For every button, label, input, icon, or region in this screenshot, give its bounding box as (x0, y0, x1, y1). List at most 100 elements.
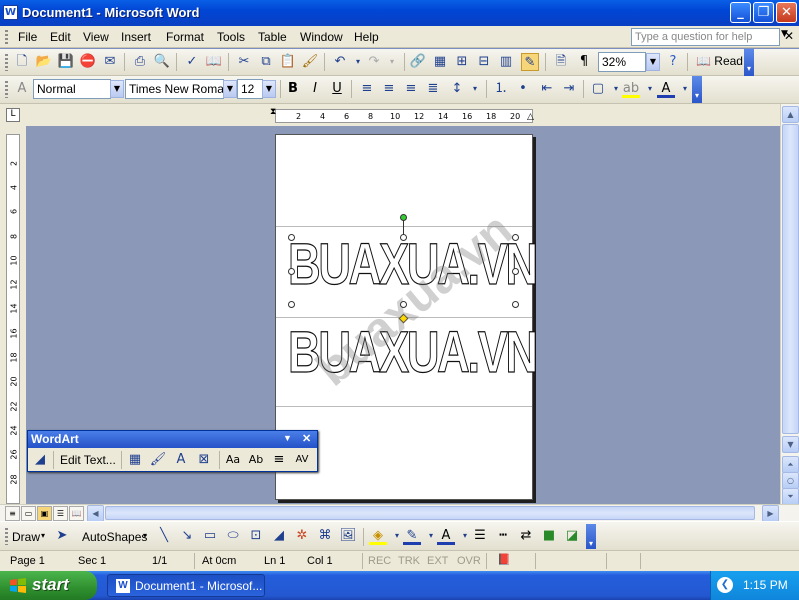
left-indent-marker[interactable]: ⧗ (270, 107, 276, 117)
font-select[interactable]: Times New Roman (125, 79, 224, 99)
font-color-icon[interactable]: A (657, 80, 675, 98)
tab-selector[interactable]: L (6, 108, 20, 122)
resize-handle[interactable] (288, 268, 295, 275)
close-toolbar-icon[interactable]: ✕ (302, 432, 311, 445)
fill-color-icon[interactable]: ◈ (369, 527, 387, 545)
word-app-icon[interactable]: W (3, 5, 18, 20)
research-icon[interactable]: 📖 (205, 53, 223, 71)
status-ovr[interactable]: OVR (457, 555, 481, 567)
document-map-icon[interactable]: 🗎 (552, 53, 570, 71)
print-preview-icon[interactable]: 🔍 (153, 53, 171, 71)
close-button[interactable]: ✕ (776, 2, 797, 23)
menu-window[interactable]: Window (300, 30, 343, 44)
taskbar-item-word[interactable]: W Document1 - Microsof... (107, 574, 265, 597)
line-icon[interactable]: ╲ (155, 527, 173, 545)
draw-menu-button[interactable]: Draw (12, 530, 40, 544)
format-painter-icon[interactable]: 🖌 (301, 53, 319, 71)
select-browse-object-icon[interactable]: ○ (782, 472, 799, 489)
text-wrapping-icon[interactable]: ⊠ (195, 451, 213, 469)
right-indent-marker[interactable]: △ (527, 112, 534, 122)
insert-wordart-icon[interactable]: ◢ (270, 527, 288, 545)
permission-icon[interactable]: ⛔ (79, 53, 97, 71)
toolbar-grip[interactable] (5, 54, 8, 71)
print-layout-view-icon[interactable]: ▣ (37, 506, 52, 521)
help-icon[interactable]: ? (664, 53, 682, 71)
cut-icon[interactable]: ✂ (235, 53, 253, 71)
insert-picture-icon[interactable]: 🖼 (339, 527, 357, 545)
insert-wordart-icon[interactable]: ◢ (31, 451, 49, 469)
read-button[interactable]: 📖 Read (692, 52, 747, 72)
align-left-icon[interactable]: ≡ (358, 80, 376, 98)
style-select[interactable]: Normal (33, 79, 111, 99)
same-letter-heights-icon[interactable]: Aa (224, 451, 242, 469)
vertical-scrollbar[interactable]: ▲ ▼ ⏶ ○ ⏷ (780, 104, 799, 505)
align-right-icon[interactable]: ≡ (402, 80, 420, 98)
redo-icon[interactable]: ↷ (365, 53, 383, 71)
3d-style-icon[interactable]: ◪ (563, 527, 581, 545)
toolbar-grip[interactable] (5, 81, 8, 98)
save-icon[interactable]: 💾 (57, 53, 75, 71)
toolbar-options-icon[interactable]: ▾ (692, 76, 702, 103)
font-color-icon[interactable]: A (437, 527, 455, 545)
format-wordart-icon[interactable]: 🖌 (149, 451, 167, 469)
shadow-style-icon[interactable]: ■ (540, 527, 558, 545)
clip-art-icon[interactable]: ⌘ (316, 527, 334, 545)
menu-table[interactable]: Table (258, 30, 287, 44)
insert-table-icon[interactable]: ⊞ (453, 53, 471, 71)
resize-handle[interactable] (288, 301, 295, 308)
resize-handle[interactable] (512, 301, 519, 308)
show-hide-icon[interactable]: ¶ (575, 53, 593, 71)
resize-handle[interactable] (512, 268, 519, 275)
status-ext[interactable]: EXT (427, 555, 448, 567)
reading-view-icon[interactable]: 📖 (69, 506, 84, 521)
horizontal-scroll-thumb[interactable] (105, 506, 755, 520)
menu-insert[interactable]: Insert (121, 30, 151, 44)
vertical-text-icon[interactable]: Ab (247, 451, 265, 469)
rotate-handle[interactable] (400, 214, 407, 221)
menu-edit[interactable]: Edit (50, 30, 71, 44)
spelling-icon[interactable]: ✓ (183, 53, 201, 71)
menu-file[interactable]: File (18, 30, 37, 44)
next-page-icon[interactable]: ⏷ (782, 488, 799, 505)
font-size-select[interactable]: 12 (237, 79, 263, 99)
arrow-style-icon[interactable]: ⇄ (517, 527, 535, 545)
font-dropdown-icon[interactable]: ▼ (223, 80, 237, 98)
line-color-icon[interactable]: ✎ (403, 527, 421, 545)
dash-style-icon[interactable]: ┅ (494, 527, 512, 545)
diagram-icon[interactable]: ✲ (293, 527, 311, 545)
new-document-icon[interactable]: 🗋 (13, 53, 31, 71)
menu-view[interactable]: View (83, 30, 109, 44)
menu-tools[interactable]: Tools (217, 30, 245, 44)
toolbar-options-icon[interactable]: ▼ (283, 433, 292, 443)
align-center-icon[interactable]: ≡ (380, 80, 398, 98)
wordart-shape-icon[interactable]: A (172, 451, 190, 469)
horizontal-ruler[interactable]: 2 4 6 8 10 12 14 16 18 20 (275, 109, 533, 123)
copy-icon[interactable]: ⧉ (257, 53, 275, 71)
bullets-icon[interactable]: • (514, 80, 532, 98)
help-search-input[interactable]: Type a question for help (631, 28, 780, 46)
menu-help[interactable]: Help (354, 30, 379, 44)
restore-button[interactable]: ❐ (753, 2, 774, 23)
line-spacing-icon[interactable]: ↕ (448, 80, 466, 98)
status-trk[interactable]: TRK (398, 555, 420, 567)
undo-icon[interactable]: ↶ (331, 53, 349, 71)
character-spacing-icon[interactable]: AV (293, 451, 311, 469)
scroll-down-icon[interactable]: ▼ (782, 436, 799, 453)
wordart-toolbar-title-bar[interactable]: WordArt ▼ ✕ (28, 431, 317, 448)
justify-icon[interactable]: ≣ (424, 80, 442, 98)
increase-indent-icon[interactable]: ⇥ (560, 80, 578, 98)
highlight-icon[interactable]: ab (622, 80, 640, 98)
doc-close-icon[interactable]: ✕ (784, 29, 794, 43)
draw-dropdown-icon[interactable]: ▾ (41, 531, 45, 540)
tables-borders-icon[interactable]: ▦ (431, 53, 449, 71)
zoom-select[interactable]: 32% (598, 52, 646, 72)
underline-icon[interactable]: U (328, 80, 346, 98)
oval-icon[interactable]: ⬭ (224, 527, 242, 545)
scroll-right-icon[interactable]: ▶ (762, 505, 779, 522)
toolbar-grip[interactable] (5, 528, 8, 545)
arrow-icon[interactable]: ↘ (178, 527, 196, 545)
numbering-icon[interactable]: ⒈ (492, 80, 510, 98)
resize-handle[interactable] (400, 234, 407, 241)
resize-handle[interactable] (288, 234, 295, 241)
email-icon[interactable]: ✉ (101, 53, 119, 71)
